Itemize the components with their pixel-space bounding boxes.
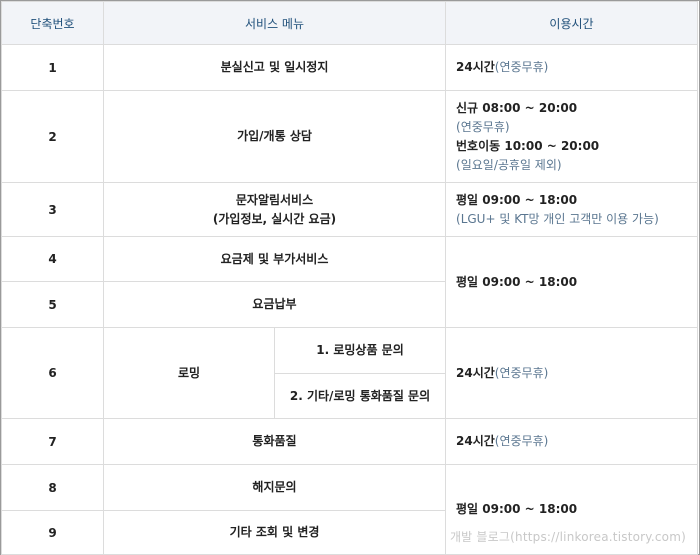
time-note: (연중무휴) bbox=[456, 119, 510, 134]
usage-time: 24시간(연중무휴) bbox=[445, 44, 699, 91]
row-number: 6 bbox=[1, 327, 104, 419]
usage-time: 평일 09:00 ~ 18:00 bbox=[445, 236, 699, 328]
row-number: 9 bbox=[1, 510, 104, 555]
table-row: 6 로밍 1. 로밍상품 문의 24시간(연중무휴) bbox=[1, 327, 699, 419]
service-name: 문자알림서비스 (가입정보, 실시간 요금) bbox=[102, 182, 447, 237]
time-text: 평일 09:00 ~ 18:00 bbox=[456, 192, 578, 207]
time-text: 24시간 bbox=[456, 60, 495, 74]
time-note: (연중무휴) bbox=[494, 60, 549, 74]
time-text: 24시간 bbox=[456, 365, 495, 380]
service-name-line2: (가입정보, 실시간 요금) bbox=[212, 211, 337, 226]
usage-time: 평일 09:00 ~ 18:00 (LGU+ 및 KT망 개인 고객만 이용 가… bbox=[445, 182, 699, 237]
usage-time: 24시간(연중무휴) bbox=[445, 327, 699, 419]
row-number: 3 bbox=[1, 182, 104, 237]
time-note: (연중무휴) bbox=[494, 365, 549, 380]
header-usage-time: 이용시간 bbox=[445, 1, 699, 45]
header-service-menu: 서비스 메뉴 bbox=[102, 1, 447, 45]
time-text: 24시간 bbox=[456, 434, 495, 448]
service-name: 요금납부 bbox=[102, 281, 447, 328]
row-number: 2 bbox=[1, 90, 104, 183]
table-row: 2 가입/개통 상담 신규 08:00 ~ 20:00 (연중무휴) 번호이동 … bbox=[1, 90, 699, 183]
row-number: 1 bbox=[1, 44, 104, 91]
service-name: 분실신고 및 일시정지 bbox=[102, 44, 447, 91]
service-name: 통화품질 bbox=[102, 418, 447, 465]
time-note: (LGU+ 및 KT망 개인 고객만 이용 가능) bbox=[456, 211, 659, 226]
service-name: 가입/개통 상담 bbox=[102, 90, 447, 183]
time-text: 번호이동 10:00 ~ 20:00 bbox=[456, 138, 600, 153]
usage-time: 신규 08:00 ~ 20:00 (연중무휴) 번호이동 10:00 ~ 20:… bbox=[445, 90, 699, 183]
watermark: 개발 블로그(https://linkorea.tistory.com) bbox=[449, 530, 686, 544]
service-name: 요금제 및 부가서비스 bbox=[102, 236, 447, 282]
table-row: 7 통화품질 24시간(연중무휴) bbox=[1, 418, 699, 465]
time-text: 신규 08:00 ~ 20:00 bbox=[456, 100, 578, 115]
table-row: 1 분실신고 및 일시정지 24시간(연중무휴) bbox=[1, 44, 699, 91]
service-name: 해지문의 bbox=[102, 464, 447, 511]
usage-time: 24시간(연중무휴) bbox=[445, 418, 699, 465]
row-number: 5 bbox=[1, 281, 104, 328]
service-name: 기타 조회 및 변경 bbox=[102, 510, 447, 555]
service-name-line1: 문자알림서비스 bbox=[235, 192, 314, 207]
sub-service-name: 1. 로밍상품 문의 bbox=[273, 327, 447, 374]
table-row: 8 해지문의 평일 09:00 ~ 18:00 bbox=[1, 464, 699, 555]
time-note: (연중무휴) bbox=[494, 434, 549, 448]
table-row: 4 요금제 및 부가서비스 평일 09:00 ~ 18:00 bbox=[1, 236, 699, 328]
time-note: (일요일/공휴일 제외) bbox=[456, 157, 562, 172]
table-row: 3 문자알림서비스 (가입정보, 실시간 요금) 평일 09:00 ~ 18:0… bbox=[1, 182, 699, 237]
header-row: 단축번호 서비스 메뉴 이용시간 bbox=[1, 1, 699, 45]
row-number: 4 bbox=[1, 236, 104, 282]
sub-service-name: 2. 기타/로밍 통화품질 문의 bbox=[273, 373, 447, 419]
row-number: 8 bbox=[1, 464, 104, 511]
header-shortcut-number: 단축번호 bbox=[1, 1, 104, 45]
row-number: 7 bbox=[1, 418, 104, 465]
service-name: 로밍 bbox=[103, 327, 275, 419]
service-table: 단축번호 서비스 메뉴 이용시간 1 분실신고 및 일시정지 24시간(연중무휴… bbox=[1, 1, 699, 555]
